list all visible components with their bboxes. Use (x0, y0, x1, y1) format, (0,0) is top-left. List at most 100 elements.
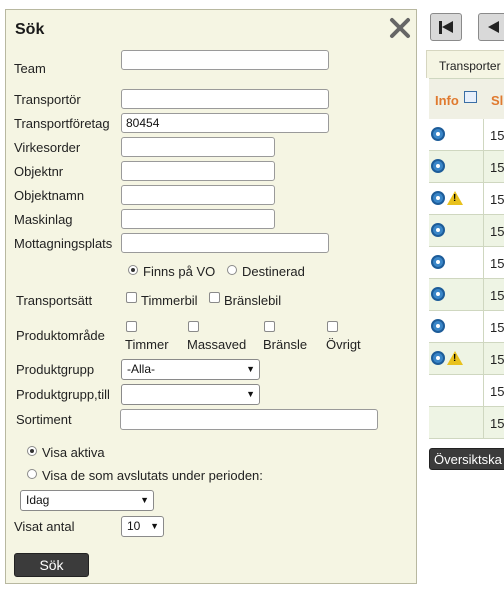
column-header-info[interactable]: Info (435, 93, 459, 108)
search-button[interactable]: Sök (14, 553, 89, 577)
table-cell: 15 (490, 352, 504, 367)
visa-aktiva-radio[interactable] (27, 446, 37, 456)
gear-icon[interactable] (431, 127, 445, 141)
dropdown-arrow-icon: ▼ (246, 364, 255, 374)
maskinlag-label: Maskinlag (14, 212, 73, 227)
warning-icon: ! (447, 351, 463, 365)
gear-icon[interactable] (431, 351, 445, 365)
period-select[interactable]: Idag ▼ (20, 490, 154, 511)
visat-antal-select[interactable]: 10 ▼ (121, 516, 164, 537)
table-row[interactable]: 15 (429, 215, 504, 247)
skip-back-arrow (442, 21, 453, 33)
prev-page-button[interactable] (478, 13, 504, 41)
transportforetag-label: Transportföretag (14, 116, 110, 131)
gear-icon[interactable] (431, 319, 445, 333)
table-cell: 15 (490, 224, 504, 239)
finns-pa-vo-label: Finns på VO (143, 264, 216, 279)
mottagningsplats-label: Mottagningsplats (14, 236, 113, 251)
transportor-label: Transportör (14, 92, 81, 107)
objektnamn-label: Objektnamn (14, 188, 85, 203)
table-row[interactable]: 15 (429, 407, 504, 439)
virkesorder-input[interactable] (121, 137, 275, 157)
column-divider (483, 343, 484, 374)
search-dialog: Sök Team Transportör Transportföretag Vi… (5, 9, 417, 584)
produktgrupp-till-label: Produktgrupp,till (16, 387, 110, 402)
gear-icon[interactable] (431, 255, 445, 269)
column-divider (483, 215, 484, 246)
column-divider (483, 375, 484, 406)
gear-icon[interactable] (431, 287, 445, 301)
team-input[interactable] (121, 50, 329, 70)
column-divider (483, 279, 484, 310)
column-divider (483, 183, 484, 214)
destinerad-label: Destinerad (242, 264, 305, 279)
visa-avslutade-radio[interactable] (27, 469, 37, 479)
table-cell: 15 (490, 288, 504, 303)
finns-pa-vo-radio[interactable] (128, 265, 138, 275)
bransle-checkbox[interactable] (264, 321, 275, 332)
team-label: Team (14, 61, 46, 76)
overview-button[interactable]: Översiktska (429, 448, 504, 470)
dialog-title: Sök (15, 21, 45, 38)
back-icon (488, 21, 499, 33)
timmerbil-checkbox[interactable] (126, 292, 137, 303)
gear-icon[interactable] (431, 159, 445, 173)
table-row[interactable]: 15 (429, 311, 504, 343)
bransle-label: Bränsle (263, 337, 308, 352)
timmerbil-label: Timmerbil (141, 293, 198, 308)
produktomrade-label: Produktområde (16, 328, 105, 343)
table-row[interactable]: ! 15 (429, 343, 504, 375)
column-divider (483, 247, 484, 278)
table-row[interactable]: ! 15 (429, 183, 504, 215)
produktgrupp-label: Produktgrupp (16, 362, 95, 377)
virkesorder-label: Virkesorder (14, 140, 81, 155)
table-row[interactable]: 15 (429, 151, 504, 183)
table-row[interactable]: 15 (429, 375, 504, 407)
column-header-next[interactable]: Sl (491, 93, 503, 108)
gear-icon[interactable] (431, 191, 445, 205)
destinerad-radio[interactable] (227, 265, 237, 275)
sortiment-input[interactable] (120, 409, 378, 430)
branslebil-checkbox[interactable] (209, 292, 220, 303)
transportsatt-label: Transportsätt (16, 293, 93, 308)
table-row[interactable]: 15 (429, 119, 504, 151)
visat-antal-value: 10 (127, 519, 141, 533)
transporter-tab[interactable]: Transporter (426, 50, 504, 78)
table-cell: 15 (490, 416, 504, 431)
column-divider (483, 151, 484, 182)
table-cell: 15 (490, 160, 504, 175)
objektnamn-input[interactable] (121, 185, 275, 205)
table-row[interactable]: 15 (429, 247, 504, 279)
massaved-label: Massaved (187, 337, 247, 352)
close-icon[interactable] (389, 17, 411, 39)
objektnr-input[interactable] (121, 161, 275, 181)
dropdown-arrow-icon: ▼ (150, 521, 159, 531)
transporter-tab-label: Transporter (439, 59, 501, 73)
overview-button-label: Översiktska (434, 452, 502, 467)
grid-header: Info Sl (429, 78, 504, 120)
maskinlag-input[interactable] (121, 209, 275, 229)
ovrigt-label: Övrigt (326, 337, 361, 352)
visa-aktiva-label: Visa aktiva (42, 445, 105, 460)
branslebil-label: Bränslebil (224, 293, 282, 308)
table-cell: 15 (490, 256, 504, 271)
warning-icon: ! (447, 191, 463, 205)
massaved-checkbox[interactable] (188, 321, 199, 332)
timmer-checkbox[interactable] (126, 321, 137, 332)
transportor-input[interactable] (121, 89, 329, 109)
table-cell: 15 (490, 192, 504, 207)
column-divider (483, 407, 484, 438)
transportforetag-input[interactable] (121, 113, 329, 133)
table-cell: 15 (490, 128, 504, 143)
table-row[interactable]: 15 (429, 279, 504, 311)
sortiment-label: Sortiment (16, 412, 72, 427)
produktgrupp-till-select[interactable]: ▼ (121, 384, 260, 405)
first-page-button[interactable] (430, 13, 462, 41)
produktgrupp-value: -Alla- (127, 362, 156, 376)
period-value: Idag (26, 493, 50, 507)
gear-icon[interactable] (431, 223, 445, 237)
ovrigt-checkbox[interactable] (327, 321, 338, 332)
produktgrupp-select[interactable]: -Alla- ▼ (121, 359, 260, 380)
column-settings-icon[interactable] (464, 91, 477, 103)
mottagningsplats-input[interactable] (121, 233, 329, 253)
